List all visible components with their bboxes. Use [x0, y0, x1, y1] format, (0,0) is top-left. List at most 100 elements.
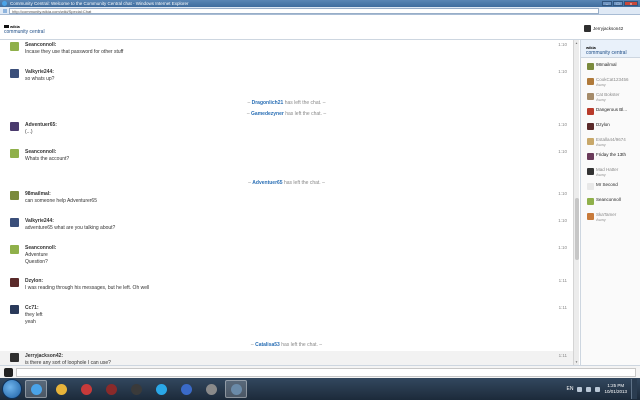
user-avatar [587, 78, 594, 85]
app-blue-icon [180, 383, 192, 395]
notice-text: has left the chat. [283, 180, 321, 186]
message-username[interactable]: 98mailmal: [25, 191, 51, 197]
user-label: Estalla44/9674 Away [596, 137, 626, 147]
message-username[interactable]: Seanconnoll: [25, 149, 56, 155]
message-username[interactable]: Jerryjackson42: [25, 353, 63, 359]
message-avatar[interactable] [10, 42, 19, 51]
scroll-thumb[interactable] [575, 198, 579, 260]
message-username[interactable]: Dzylon: [25, 278, 43, 284]
message-text: they left yeah [25, 312, 43, 325]
user-avatar [587, 198, 594, 205]
user-list-item[interactable]: Friday the 13th [587, 152, 639, 165]
user-list-item[interactable]: Dzylon [587, 122, 639, 135]
user-list-item[interactable]: Cat Bokster Away [587, 92, 639, 105]
message-username[interactable]: Adventuer65: [25, 122, 57, 128]
user-name: Mr Second [596, 182, 618, 187]
user-list-item[interactable]: Seanconnoll [587, 197, 639, 210]
volume-icon[interactable] [595, 386, 601, 392]
taskbar-internet-explorer[interactable] [25, 380, 47, 398]
maximize-button[interactable]: □ [613, 1, 623, 6]
taskbar-app-grey[interactable] [200, 380, 222, 398]
system-notice: – Gamedezyner has left the chat. – [246, 111, 327, 117]
system-notice: – Dragonlich21 has left the chat. – [247, 100, 326, 106]
user-list-item[interactable]: Mad Hatter Away [587, 167, 639, 180]
message-avatar[interactable] [10, 149, 19, 158]
message-username[interactable]: Valkyrie244: [25, 218, 54, 224]
user-avatar [587, 153, 594, 160]
network-icon[interactable] [586, 386, 592, 392]
chat-input[interactable] [16, 368, 636, 377]
message-text: Incase they use that password for other … [25, 49, 124, 55]
user-away-status: Away [596, 82, 606, 87]
user-name: Friday the 13th [596, 152, 627, 157]
user-name: 98mailmal [596, 62, 617, 67]
notice-user[interactable]: Dragonlich21 [252, 100, 284, 106]
user-name: Seanconnoll [596, 197, 621, 202]
notice-user[interactable]: Catalisa53 [255, 342, 280, 348]
message-avatar[interactable] [10, 69, 19, 78]
user-list: wikia community central 98mailmal CookCat… [580, 40, 640, 365]
app-circle-icon [230, 383, 242, 395]
message-username[interactable]: Seanconnoll: [25, 245, 56, 251]
taskbar-app-blue[interactable] [175, 380, 197, 398]
user-list-item[interactable]: CookCat123456 Away [587, 77, 639, 90]
user-label: Seanconnoll [596, 197, 621, 202]
chat-message: Dzylon: I was reading through his message… [0, 276, 573, 303]
current-user[interactable]: Jerryjackson42 [584, 24, 638, 32]
taskbar-terminal[interactable] [125, 380, 147, 398]
wiki-name: community central [586, 50, 627, 56]
app-grey-icon [205, 383, 217, 395]
language-indicator[interactable]: EN [567, 386, 574, 392]
user-label: Mad Hatter Away [596, 167, 618, 177]
message-avatar[interactable] [10, 353, 19, 362]
user-list-item[interactable]: Mr Second [587, 182, 639, 195]
user-list-item[interactable]: 98mailmal [587, 62, 639, 75]
chat-scrollbar[interactable]: ▲ ▼ [573, 40, 579, 365]
chat-message: Seanconnoll: Whats the account? 1:10 [0, 147, 573, 174]
url-field[interactable]: http://community.wikia.com/wiki/Special:… [9, 7, 599, 14]
user-avatar [587, 213, 594, 220]
message-username[interactable]: Cc71: [25, 305, 39, 311]
message-time: 1:11 [558, 305, 567, 310]
notice-user[interactable]: Adventuer65 [252, 180, 282, 186]
message-username[interactable]: Seanconnoll: [25, 42, 56, 48]
chat-input-bar [0, 365, 640, 378]
message-time: 1:10 [558, 245, 567, 250]
message-avatar[interactable] [10, 278, 19, 287]
message-text: adventure65 what are you talking about? [25, 225, 116, 231]
message-avatar[interactable] [10, 218, 19, 227]
message-time: 1:10 [558, 218, 567, 223]
message-time: 1:10 [558, 149, 567, 154]
start-button[interactable] [2, 379, 22, 399]
chat-messages[interactable]: Seanconnoll: Incase they use that passwor… [0, 40, 573, 365]
clock[interactable]: 1:25 PM 10/01/2013 [604, 383, 627, 395]
chat-message: 98mailmal: can someone help Adventurer65 1… [0, 189, 573, 216]
show-desktop-button[interactable] [631, 379, 637, 399]
user-label: Dzylon [596, 122, 610, 127]
notice-user[interactable]: Gamedezyner [251, 111, 284, 117]
message-avatar[interactable] [10, 191, 19, 200]
taskbar-media-player[interactable] [75, 380, 97, 398]
message-avatar[interactable] [10, 305, 19, 314]
scroll-down-icon[interactable]: ▼ [575, 360, 578, 364]
message-avatar[interactable] [10, 122, 19, 131]
chat-message: Adventuer65: (...) 1:10 [0, 120, 573, 147]
user-list-item[interactable]: SkaTamer Away [587, 212, 639, 225]
message-time: 1:10 [558, 122, 567, 127]
message-username[interactable]: Valkyrie244: [25, 69, 54, 75]
user-list-header[interactable]: wikia community central [581, 40, 640, 58]
close-button[interactable]: x [624, 1, 638, 6]
taskbar-app-dark[interactable] [100, 380, 122, 398]
scroll-up-icon[interactable]: ▲ [575, 41, 578, 45]
wiki-logo[interactable]: wikia community central [4, 24, 45, 35]
user-label: Dangerous Bl... [596, 107, 627, 112]
minimize-button[interactable]: – [602, 1, 612, 6]
user-list-item[interactable]: Dangerous Bl... [587, 107, 639, 120]
tray-flag-icon[interactable] [577, 386, 583, 392]
taskbar-chrome[interactable] [50, 380, 72, 398]
window-title: Community Central: Welcome to the Commun… [10, 1, 189, 6]
taskbar-skype[interactable] [150, 380, 172, 398]
taskbar-app-circle[interactable] [225, 380, 247, 398]
message-avatar[interactable] [10, 245, 19, 254]
user-list-item[interactable]: Estalla44/9674 Away [587, 137, 639, 150]
